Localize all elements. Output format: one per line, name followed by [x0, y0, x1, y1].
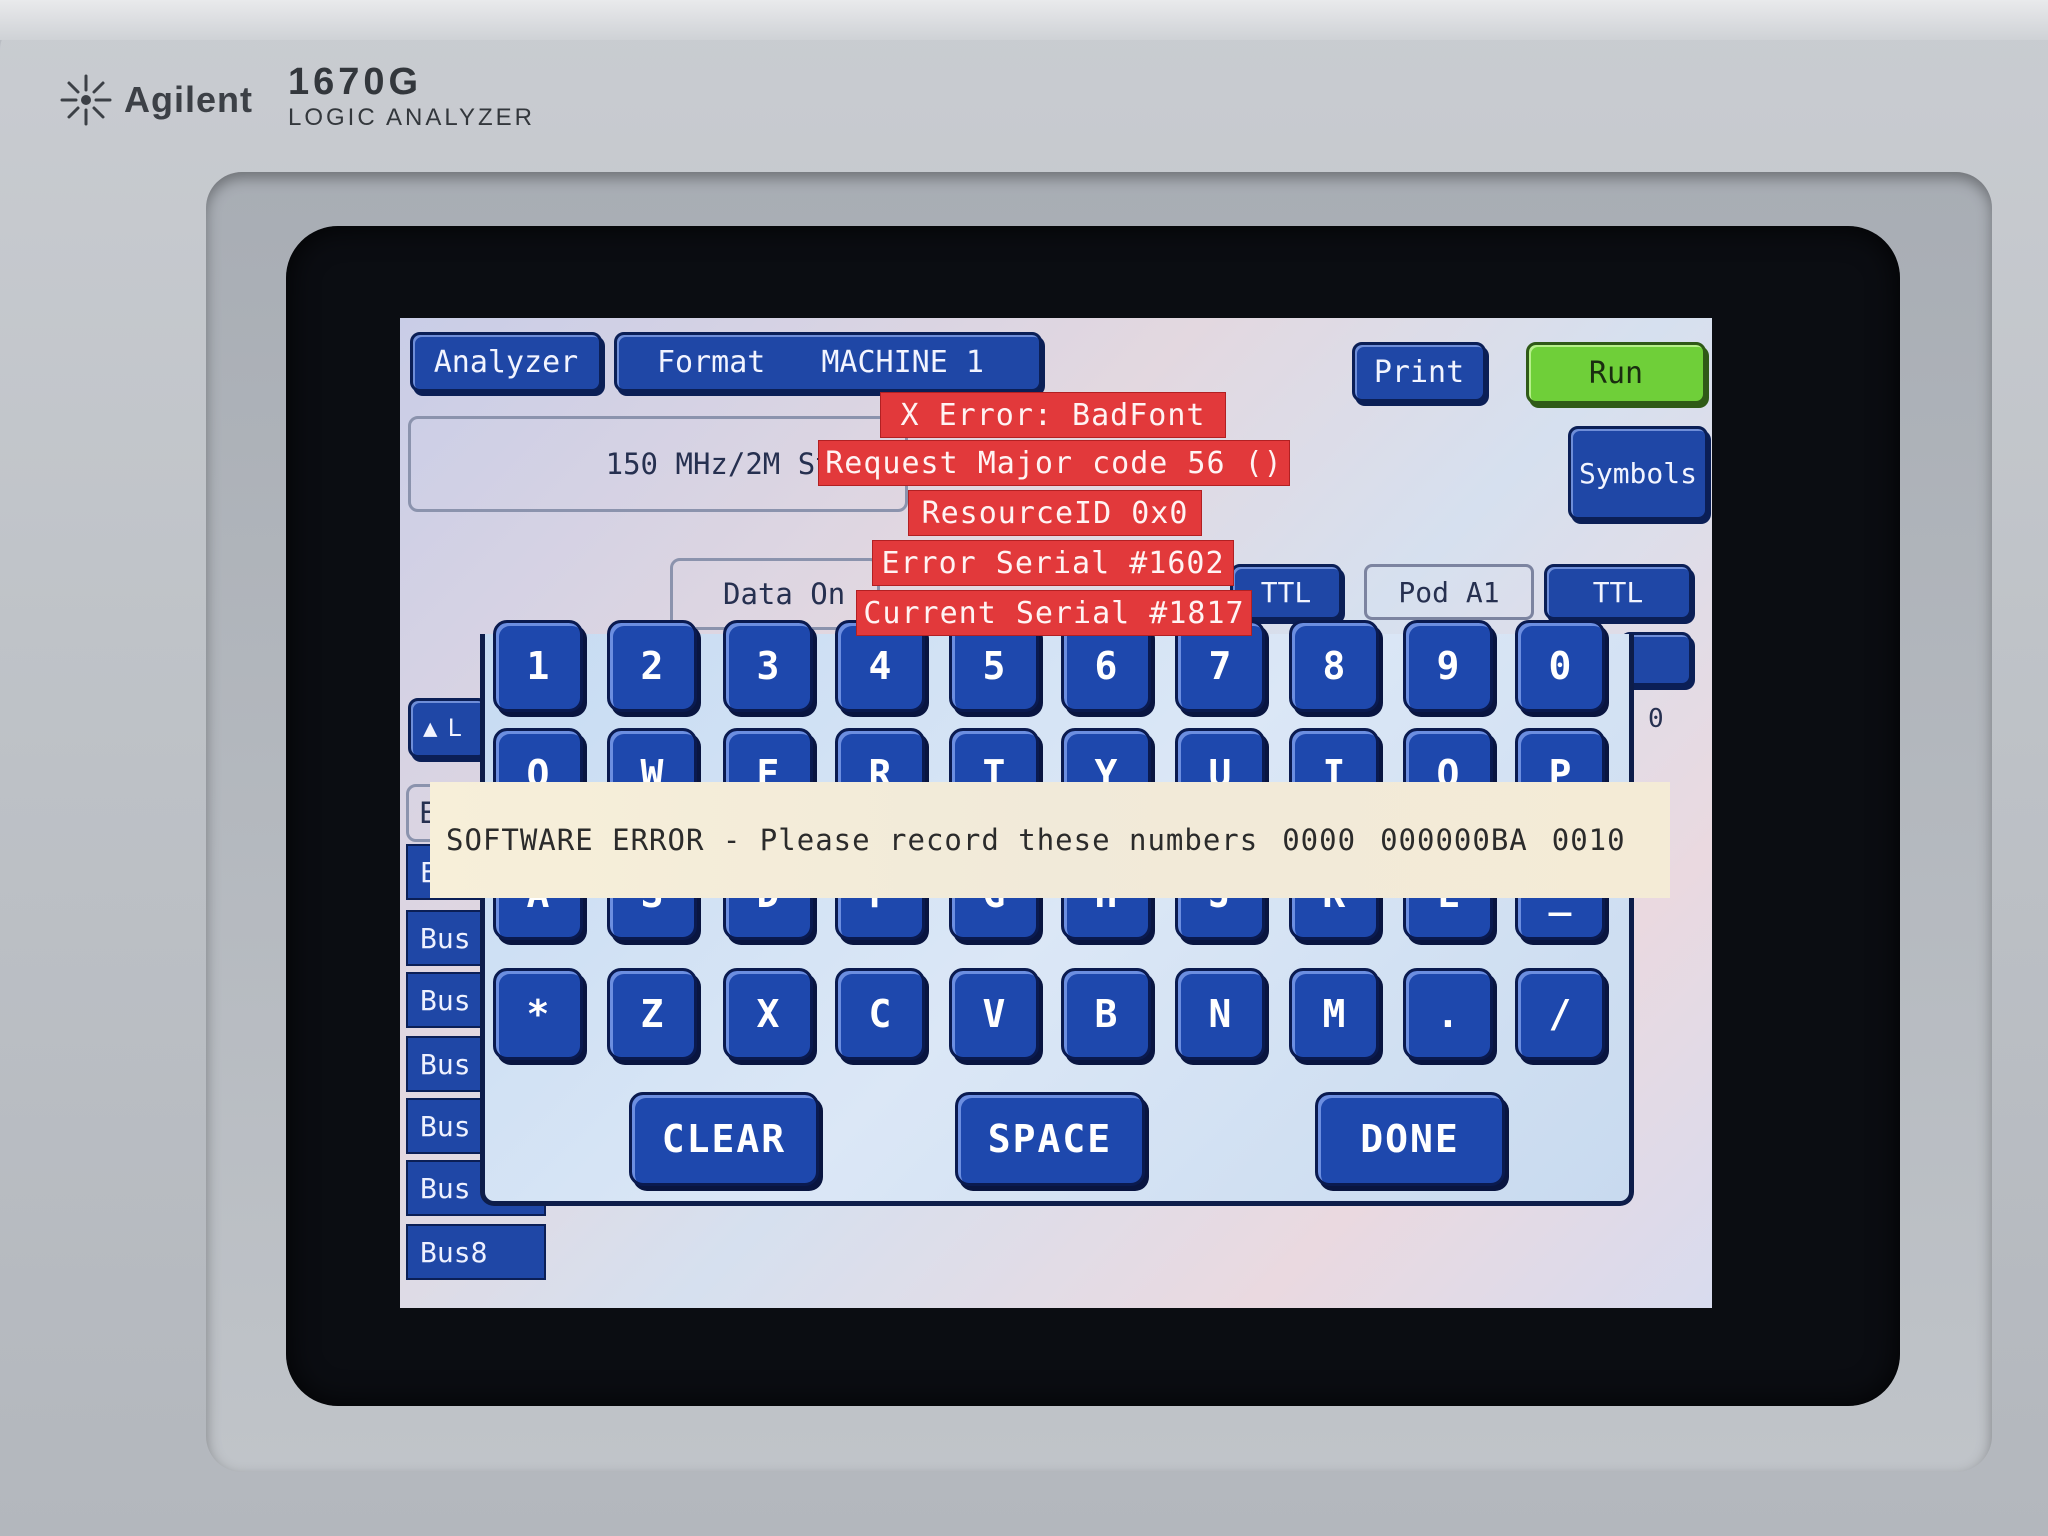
- x-error-current-serial: Current Serial #1817: [856, 590, 1252, 636]
- key-v[interactable]: V: [949, 968, 1039, 1060]
- symbols-button[interactable]: Symbols: [1568, 426, 1708, 520]
- bus8-label-button[interactable]: Bus8: [406, 1224, 546, 1280]
- scroll-up-button[interactable]: ▲ L: [408, 698, 488, 758]
- format-machine-button[interactable]: Format MACHINE 1: [614, 332, 1042, 392]
- software-error-message: SOFTWARE ERROR - Please record these num…: [446, 823, 1259, 857]
- agilent-spark-logo-icon: [60, 74, 112, 126]
- scroll-up-label: L: [447, 714, 462, 742]
- ttl-threshold-right-button[interactable]: TTL: [1544, 564, 1692, 620]
- model-type: LOGIC ANALYZER: [288, 104, 535, 131]
- error-number-3: 0010: [1551, 823, 1626, 857]
- key-b[interactable]: B: [1061, 968, 1151, 1060]
- model-label: 1670G LOGIC ANALYZER: [288, 62, 535, 132]
- brand-name: Agilent: [124, 79, 253, 120]
- machine-label: MACHINE 1: [821, 344, 984, 380]
- software-error-banner: SOFTWARE ERROR - Please record these num…: [430, 782, 1670, 898]
- run-button[interactable]: Run: [1526, 342, 1706, 404]
- x-error-title: X Error: BadFont: [880, 392, 1226, 438]
- x-error-request-code: Request Major code 56 (): [818, 440, 1290, 486]
- up-arrow-icon: ▲: [423, 714, 438, 742]
- model-number: 1670G: [288, 61, 423, 103]
- key-8[interactable]: 8: [1289, 620, 1379, 712]
- key-3[interactable]: 3: [723, 620, 813, 712]
- key-9[interactable]: 9: [1403, 620, 1493, 712]
- key-z[interactable]: Z: [607, 968, 697, 1060]
- x-error-error-serial: Error Serial #1602: [872, 540, 1234, 586]
- key-2[interactable]: 2: [607, 620, 697, 712]
- print-button[interactable]: Print: [1352, 342, 1486, 402]
- key-n[interactable]: N: [1175, 968, 1265, 1060]
- key-0[interactable]: 0: [1515, 620, 1605, 712]
- key-period[interactable]: .: [1403, 968, 1493, 1060]
- done-button[interactable]: DONE: [1315, 1092, 1505, 1186]
- clear-button[interactable]: CLEAR: [629, 1092, 819, 1186]
- key-c[interactable]: C: [835, 968, 925, 1060]
- on-screen-keyboard: 1 2 3 4 5 6 7 8 9 0 Q W E R T Y U I O P …: [480, 620, 1634, 1206]
- key-slash[interactable]: /: [1515, 968, 1605, 1060]
- error-number-1: 0000: [1282, 823, 1357, 857]
- key-1[interactable]: 1: [493, 620, 583, 712]
- key-m[interactable]: M: [1289, 968, 1379, 1060]
- error-number-2: 000000BA: [1380, 823, 1528, 857]
- key-x[interactable]: X: [723, 968, 813, 1060]
- lcd-display: Analyzer Format MACHINE 1 Print Run Symb…: [400, 318, 1712, 1308]
- key-asterisk[interactable]: *: [493, 968, 583, 1060]
- space-button[interactable]: SPACE: [955, 1092, 1145, 1186]
- format-label: Format: [657, 344, 766, 380]
- bezel-top-edge: [0, 0, 2048, 40]
- pod-a1-label: Pod A1: [1364, 564, 1534, 620]
- brand-area: Agilent: [58, 72, 253, 128]
- analyzer-button[interactable]: Analyzer: [410, 332, 602, 392]
- x-error-resource-id: ResourceID 0x0: [908, 490, 1202, 536]
- scale-digit: 0: [1648, 704, 1664, 734]
